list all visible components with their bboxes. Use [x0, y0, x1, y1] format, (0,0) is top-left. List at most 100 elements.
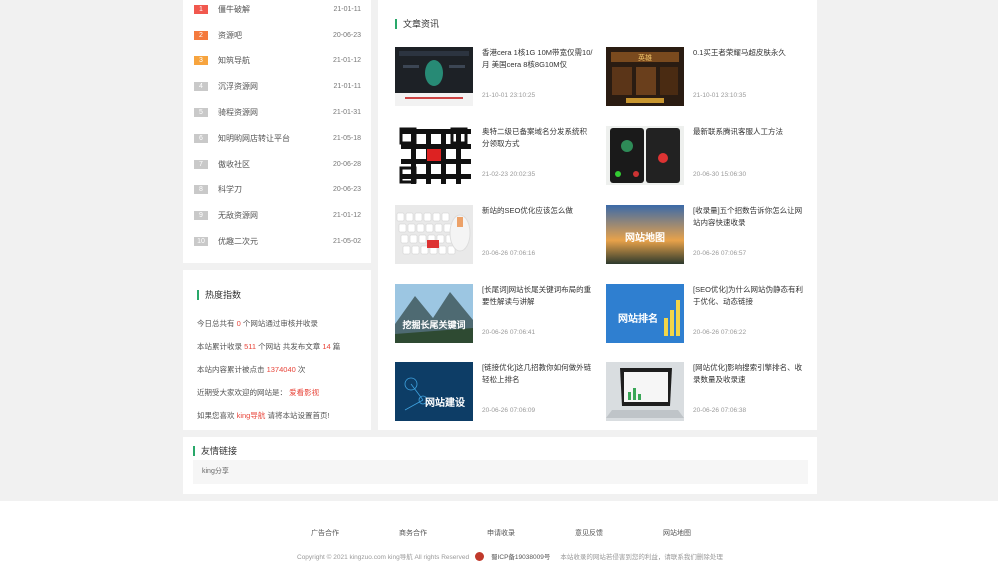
copyright-text: Copyright © 2021 kingzuo.com king导航 All …	[297, 554, 470, 561]
article-card[interactable]: [网站优化]影响搜索引擎排名、收录数量及收录速 20-06-26 07:06:38	[606, 362, 811, 422]
footer-link-sitemap[interactable]: 网站地图	[663, 528, 691, 538]
article-thumbnail[interactable]	[606, 126, 684, 185]
text: 本站内容累计被点击	[197, 365, 265, 374]
article-title[interactable]: 新站的SEO优化应该怎么做	[482, 205, 594, 217]
rank-number: 1	[194, 4, 208, 14]
icp-link[interactable]: 蜀ICP备19038009号	[491, 551, 550, 561]
article-title[interactable]: [收录量]五个招数告诉你怎么让网站内容快速收录	[693, 205, 805, 229]
rank-site-name[interactable]: 傲收社区	[218, 159, 333, 170]
rank-site-name[interactable]: 科学刀	[218, 184, 333, 195]
article-date: 21-10-01 23:10:35	[693, 92, 747, 99]
friend-links-panel: 友情链接 king分享	[183, 437, 817, 494]
footer-link-feedback[interactable]: 意见反馈	[575, 528, 603, 538]
footer: 广告合作 商务合作 申请收录 意见反馈 网站地图	[0, 501, 998, 579]
svg-text:英雄: 英雄	[638, 53, 652, 62]
articles-title: 文章资讯	[395, 17, 439, 30]
rank-site-name[interactable]: 无敌资源网	[218, 210, 333, 221]
article-title[interactable]: 0.1买王者荣耀马超皮肤永久	[693, 47, 805, 59]
article-title[interactable]: 香港cera 1核1G 10M带宽仅需10/月 美国cera 8核8G10M仅	[482, 47, 594, 71]
article-card[interactable]: 奥特二级已备案域名分发系统积分领取方式 21-02-23 20:02:35	[395, 126, 600, 186]
rank-site-name[interactable]: 沉浮资源网	[218, 81, 333, 92]
ranking-item[interactable]: 6 知明哟网店转让平台 21-05-18	[194, 131, 361, 145]
rank-site-name[interactable]: 资源吧	[218, 30, 333, 41]
police-badge-icon	[475, 551, 485, 561]
text: 近期受大家欢迎的网站是：	[197, 388, 287, 397]
article-date: 20-06-30 15:06:30	[693, 171, 747, 178]
thumb-text: 网站地图	[625, 231, 665, 244]
ranking-item[interactable]: 4 沉浮资源网 21-01-11	[194, 79, 361, 93]
article-card[interactable]: 香港cera 1核1G 10M带宽仅需10/月 美国cera 8核8G10M仅 2…	[395, 47, 600, 107]
article-thumbnail[interactable]: 网站建设	[395, 362, 473, 421]
rank-date: 21-01-12	[332, 211, 361, 219]
article-count: 14	[322, 342, 331, 351]
article-title[interactable]: 最新联系腾讯客服人工方法	[693, 126, 805, 138]
text: 请将本站设置首页!	[267, 411, 330, 420]
article-card[interactable]: 新站的SEO优化应该怎么做 20-06-26 07:06:16	[395, 205, 600, 265]
text: 篇	[332, 342, 341, 351]
article-card[interactable]: 网站地图 [收录量]五个招数告诉你怎么让网站内容快速收录 20-06-26 07:0…	[606, 205, 811, 265]
article-date: 20-06-26 07:06:41	[482, 329, 536, 336]
article-date: 20-06-26 07:06:09	[482, 407, 536, 414]
article-thumbnail[interactable]: 英雄	[606, 47, 684, 106]
article-date: 20-06-26 07:06:57	[693, 250, 747, 257]
text: 次	[297, 365, 306, 374]
article-date: 20-06-26 07:06:16	[482, 250, 536, 257]
ranking-item[interactable]: 2 资源吧 20-06-23	[194, 28, 361, 42]
article-card[interactable]: 网站排名 [SEO优化]为什么网站伪静态有利于优化、动态链接 20-06-26 07…	[606, 284, 811, 344]
heat-title-text: 热度指数	[205, 290, 242, 300]
rank-site-name[interactable]: 优趣二次元	[218, 236, 333, 247]
article-thumbnail[interactable]: 网站排名	[606, 284, 684, 343]
ranking-item[interactable]: 7 傲收社区 20-06-28	[194, 157, 361, 171]
friend-links-title-text: 友情链接	[201, 446, 238, 456]
article-thumbnail[interactable]: 挖掘长尾关键词	[395, 284, 473, 343]
rank-site-name[interactable]: 知筑导航	[218, 55, 333, 66]
article-title[interactable]: [SEO优化]为什么网站伪静态有利于优化、动态链接	[693, 284, 805, 308]
ranking-item[interactable]: 8 科学刀 20-06-23	[194, 182, 361, 196]
article-title[interactable]: [链接优化]这几招教你如何做外链轻松上排名	[482, 362, 594, 386]
rank-number: 10	[194, 236, 208, 246]
footer-link-ads[interactable]: 广告合作	[311, 528, 339, 538]
article-date: 21-10-01 23:10:25	[482, 92, 536, 99]
heat-index-panel: 热度指数 今日总共有 0 个网站通过审核并收录 本站累计收录 511 个网站 共…	[183, 270, 371, 430]
article-thumbnail[interactable]	[395, 47, 473, 106]
ranking-item[interactable]: 9 无敌资源网 21-01-12	[194, 208, 361, 222]
article-card[interactable]: 网站建设 [链接优化]这几招教你如何做外链轻松上排名 20-06-26 07:06:…	[395, 362, 600, 422]
rank-date: 21-05-18	[332, 134, 361, 142]
friend-links-title: 友情链接	[193, 444, 237, 457]
rank-site-name[interactable]: 骑程资源网	[218, 107, 333, 118]
rank-date: 20-06-23	[332, 31, 361, 39]
ranking-item[interactable]: 10 优趣二次元 21-05-02	[194, 234, 361, 248]
rank-date: 20-06-23	[332, 185, 361, 193]
thumb-text: 网站排名	[618, 312, 658, 325]
rank-number: 4	[194, 81, 208, 91]
article-title[interactable]: [长尾词]网站长尾关键词布局的重要性解读与讲解	[482, 284, 594, 308]
article-card[interactable]: 最新联系腾讯客服人工方法 20-06-30 15:06:30	[606, 126, 811, 186]
click-count-line: 本站内容累计被点击 1374040 次	[197, 364, 305, 375]
article-thumbnail[interactable]	[395, 205, 473, 264]
heat-index-title: 热度指数	[197, 288, 241, 301]
article-title[interactable]: [网站优化]影响搜索引擎排名、收录数量及收录速	[693, 362, 805, 386]
text: 个网站 共发布文章	[258, 342, 321, 351]
article-card[interactable]: 挖掘长尾关键词 [长尾词]网站长尾关键词布局的重要性解读与讲解 20-06-26 0…	[395, 284, 600, 344]
rank-number: 3	[194, 55, 208, 65]
site-name-link[interactable]: king导航	[237, 411, 266, 420]
article-thumbnail[interactable]	[606, 362, 684, 421]
article-card[interactable]: 英雄 0.1买王者荣耀马超皮肤永久 21-10-01 23:10:35	[606, 47, 811, 107]
footer-link-business[interactable]: 商务合作	[399, 528, 427, 538]
article-thumbnail[interactable]	[395, 126, 473, 185]
ranking-item[interactable]: 1 僵牛破解 21-01-11	[194, 2, 361, 16]
rank-site-name[interactable]: 僵牛破解	[218, 4, 333, 15]
disclaimer-text: 本站收录的网站若侵害到您的利益，请联系我们删除处理	[560, 554, 723, 561]
friend-link[interactable]: king分享	[202, 468, 229, 475]
ranking-item[interactable]: 5 骑程资源网 21-01-31	[194, 105, 361, 119]
friend-links-box: king分享	[193, 460, 808, 484]
rank-site-name[interactable]: 知明哟网店转让平台	[218, 133, 333, 144]
article-thumbnail[interactable]: 网站地图	[606, 205, 684, 264]
popular-site-link[interactable]: 爱看影视	[289, 388, 319, 397]
rank-number: 7	[194, 159, 208, 169]
click-count: 1374040	[266, 365, 296, 374]
footer-link-submit[interactable]: 申请收录	[487, 528, 515, 538]
article-title[interactable]: 奥特二级已备案域名分发系统积分领取方式	[482, 126, 594, 150]
ranking-item[interactable]: 3 知筑导航 21-01-12	[194, 53, 361, 67]
thumb-text: 挖掘长尾关键词	[402, 319, 465, 331]
